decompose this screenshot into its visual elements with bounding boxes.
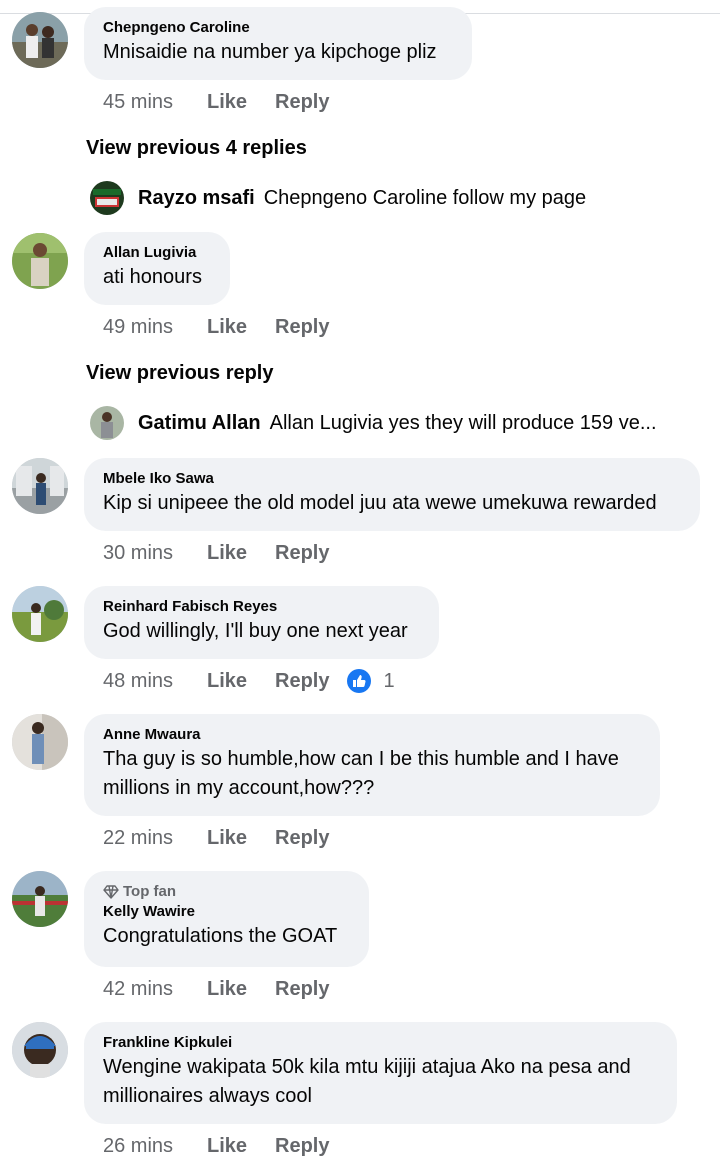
comment-timestamp[interactable]: 49 mins [103, 316, 207, 339]
top-fan-label: Top fan [123, 883, 177, 900]
comment-bubble: Top fan Kelly Wawire Congratulations the… [84, 871, 369, 967]
reply-button[interactable]: Reply [275, 827, 329, 850]
comment-author[interactable]: Allan Lugivia [103, 243, 211, 263]
comment-bubble: Mbele Iko Sawa Kip si unipeee the old mo… [84, 458, 700, 531]
comment-bubble: Chepngeno Caroline Mnisaidie na number y… [84, 7, 472, 80]
comment-author[interactable]: Reinhard Fabisch Reyes [103, 597, 420, 617]
avatar[interactable] [12, 586, 68, 642]
thumbs-up-icon [347, 669, 372, 693]
like-button[interactable]: Like [207, 827, 275, 850]
comment-timestamp[interactable]: 45 mins [103, 91, 207, 114]
like-button[interactable]: Like [207, 670, 275, 693]
comment-author[interactable]: Mbele Iko Sawa [103, 469, 681, 489]
comment-author[interactable]: Frankline Kipkulei [103, 1033, 658, 1053]
like-button[interactable]: Like [207, 542, 275, 565]
like-button[interactable]: Like [207, 1135, 275, 1158]
reply-preview[interactable]: Rayzo msafi Chepngeno Caroline follow my… [90, 181, 586, 215]
avatar[interactable] [12, 714, 68, 770]
comment-author[interactable]: Kelly Wawire [103, 902, 350, 922]
comment-text-line: Tha guy is so humble,how can I be this h… [103, 748, 619, 770]
top-fan-badge: Top fan [103, 882, 350, 902]
comment-text-line: Wengine wakipata 50k kila mtu kijiji ata… [103, 1056, 631, 1078]
comment-actions: 45 mins Like Reply [103, 87, 329, 117]
reply-button[interactable]: Reply [275, 316, 329, 339]
comment-actions: 42 mins Like Reply [103, 974, 329, 1004]
comment-text: Kip si unipeee the old model juu ata wew… [103, 492, 657, 514]
reply-preview[interactable]: Gatimu Allan Allan Lugivia yes they will… [90, 406, 657, 440]
view-previous-replies-link[interactable]: View previous reply [86, 359, 274, 387]
comment-bubble: Anne Mwaura Tha guy is so humble,how can… [84, 714, 660, 816]
comment-timestamp[interactable]: 48 mins [103, 670, 207, 693]
avatar[interactable] [12, 871, 68, 927]
reaction-summary[interactable]: 1 [347, 669, 395, 693]
comment-timestamp[interactable]: 30 mins [103, 542, 207, 565]
view-previous-replies-link[interactable]: View previous 4 replies [86, 134, 307, 162]
comment-text-line: millions in my account,how??? [103, 777, 375, 799]
reply-text: Chepngeno Caroline follow my page [263, 186, 587, 209]
comment-timestamp[interactable]: 26 mins [103, 1135, 207, 1158]
comment-actions: 30 mins Like Reply [103, 538, 329, 568]
comment-text: Mnisaidie na number ya kipchoge pliz [103, 41, 437, 63]
reply-author[interactable]: Rayzo msafi [138, 187, 255, 210]
comment-bubble: Allan Lugivia ati honours [84, 232, 230, 305]
reply-button[interactable]: Reply [275, 1135, 329, 1158]
comment-actions: 48 mins Like Reply 1 [103, 666, 395, 696]
like-button[interactable]: Like [207, 316, 275, 339]
avatar[interactable] [12, 12, 68, 68]
comment-text: Congratulations the GOAT [103, 925, 338, 947]
avatar[interactable] [12, 458, 68, 514]
comment-text: God willingly, I'll buy one next year [103, 620, 408, 642]
comment-bubble: Frankline Kipkulei Wengine wakipata 50k … [84, 1022, 677, 1124]
reply-button[interactable]: Reply [275, 978, 329, 1001]
comment-text-line: millionaires always cool [103, 1085, 312, 1107]
comment-actions: 49 mins Like Reply [103, 312, 329, 342]
comment-actions: 26 mins Like Reply [103, 1131, 329, 1161]
avatar[interactable] [90, 406, 124, 440]
reaction-count: 1 [383, 669, 395, 692]
reply-button[interactable]: Reply [275, 670, 329, 693]
avatar[interactable] [12, 1022, 68, 1078]
comment-actions: 22 mins Like Reply [103, 823, 329, 853]
avatar[interactable] [90, 181, 124, 215]
avatar[interactable] [12, 233, 68, 289]
reply-button[interactable]: Reply [275, 542, 329, 565]
like-button[interactable]: Like [207, 91, 275, 114]
reply-author[interactable]: Gatimu Allan [138, 412, 261, 435]
comment-timestamp[interactable]: 22 mins [103, 827, 207, 850]
comment-text: ati honours [103, 266, 202, 288]
diamond-icon [103, 885, 119, 899]
comment-author[interactable]: Chepngeno Caroline [103, 18, 453, 38]
comment-bubble: Reinhard Fabisch Reyes God willingly, I'… [84, 586, 439, 659]
comment-author[interactable]: Anne Mwaura [103, 725, 641, 745]
reply-button[interactable]: Reply [275, 91, 329, 114]
like-button[interactable]: Like [207, 978, 275, 1001]
comment-timestamp[interactable]: 42 mins [103, 978, 207, 1001]
reply-text: Allan Lugivia yes they will produce 159 … [269, 411, 657, 434]
